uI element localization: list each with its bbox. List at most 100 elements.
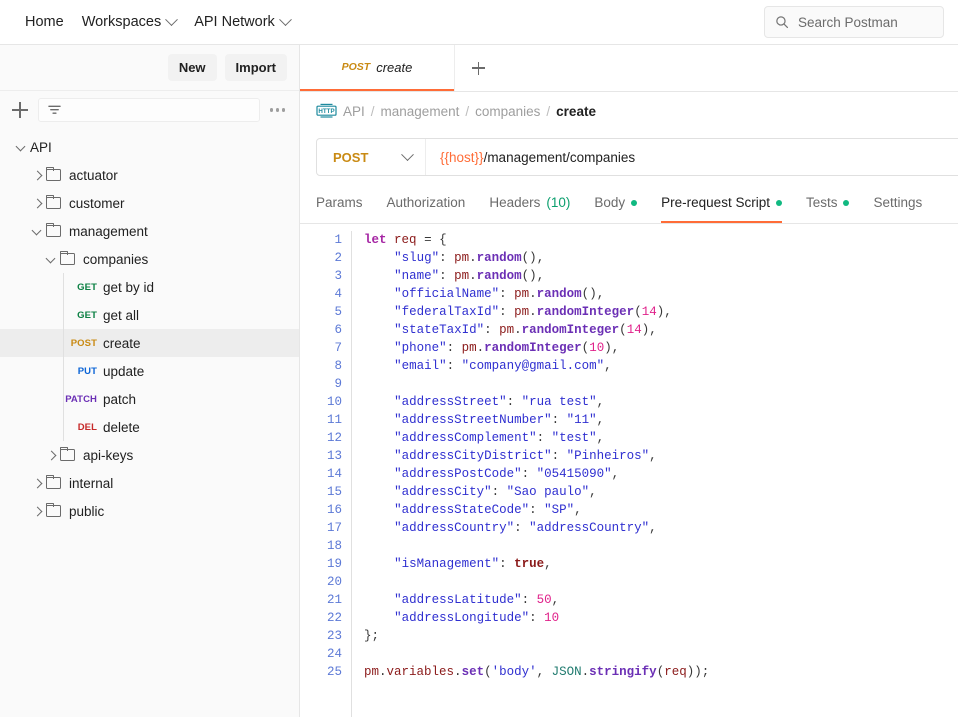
tree-guide-line [63, 301, 64, 329]
chevron-down-icon[interactable] [30, 224, 44, 238]
sidebar-item-customer[interactable]: customer [0, 189, 299, 217]
request-sub-tabs: Params Authorization Headers (10) Body Pre-re… [300, 182, 958, 224]
tab-name-label: create [376, 59, 413, 75]
tree-guide-line [63, 413, 64, 441]
folder-icon [45, 194, 61, 209]
sidebar-item-create[interactable]: POST create [0, 329, 299, 357]
nav-item-api-network[interactable]: API Network [185, 9, 299, 35]
sidebar-item-api-keys[interactable]: api-keys [0, 441, 299, 469]
sidebar-item-delete[interactable]: DEL delete [0, 413, 299, 441]
line-number: 4 [334, 287, 342, 301]
sidebar-item-actuator[interactable]: actuator [0, 161, 299, 189]
http-icon: HTTP [316, 103, 337, 119]
tab-authorization[interactable]: Authorization [387, 186, 466, 223]
request-method-badge: POST [70, 337, 97, 349]
tab-label: Settings [873, 195, 923, 210]
search-placeholder: Search Postman [798, 14, 898, 30]
line-number: 21 [326, 593, 342, 607]
chevron-right-icon[interactable] [30, 504, 44, 518]
editor-code-content[interactable]: let req = { "slug": pm.random(), "name":… [352, 231, 958, 717]
nav-item-workspaces[interactable]: Workspaces [73, 9, 186, 35]
sidebar-item-label: patch [103, 391, 137, 407]
line-number: 17 [326, 521, 342, 535]
tab-label: Body [594, 195, 626, 210]
url-input[interactable]: {{host}}/management/companies [425, 139, 958, 175]
breadcrumb-item-companies[interactable]: companies [475, 104, 540, 119]
chevron-right-icon[interactable] [30, 476, 44, 490]
chevron-down-icon [165, 12, 179, 26]
tree-guide-line [63, 385, 64, 413]
sidebar-item-label: management [69, 223, 148, 239]
breadcrumb-item-api[interactable]: API [343, 104, 365, 119]
sidebar-item-patch[interactable]: PATCH patch [0, 385, 299, 413]
chevron-down-icon[interactable] [14, 140, 28, 154]
sidebar-item-label: actuator [69, 167, 118, 183]
line-number: 11 [326, 413, 342, 427]
tab-pre-request-script[interactable]: Pre-request Script [661, 186, 782, 223]
code-line: "addressComplement": "test", [394, 431, 605, 445]
sidebar-item-label: customer [69, 195, 125, 211]
line-number: 8 [334, 359, 342, 373]
nav-item-home[interactable]: Home [16, 9, 73, 35]
sidebar-item-companies[interactable]: companies [0, 245, 299, 273]
sidebar-item-label: get by id [103, 279, 155, 295]
folder-icon [59, 250, 75, 265]
breadcrumb-item-management[interactable]: management [381, 104, 460, 119]
tree-guide-line [63, 273, 64, 301]
request-method-badge: PUT [77, 365, 97, 377]
chevron-down-icon[interactable] [44, 252, 58, 266]
http-method-select[interactable]: POST [317, 139, 425, 175]
search-input[interactable]: Search Postman [764, 6, 944, 38]
http-method-label: POST [333, 149, 369, 165]
sidebar-item-update[interactable]: PUT update [0, 357, 299, 385]
filter-input[interactable] [38, 98, 260, 122]
sidebar-item-management[interactable]: management [0, 217, 299, 245]
line-number: 10 [326, 395, 342, 409]
folder-icon [45, 502, 61, 517]
breadcrumb-separator: / [465, 103, 470, 119]
breadcrumb-separator: / [546, 103, 551, 119]
import-button[interactable]: Import [224, 54, 287, 81]
code-line: "email": "company@gmail.com", [394, 359, 612, 373]
code-line: "slug": pm.random(), [394, 251, 545, 265]
breadcrumb-separator: / [370, 103, 375, 119]
new-button[interactable]: New [167, 54, 217, 81]
line-number: 13 [326, 449, 342, 463]
tab-status-dot [775, 199, 782, 206]
tab-method-label: POST [341, 61, 371, 73]
tab-settings[interactable]: Settings [873, 186, 922, 223]
line-number: 16 [326, 503, 342, 517]
tab-label: Pre-request Script [661, 195, 770, 210]
tab-tests[interactable]: Tests [806, 186, 850, 223]
sidebar-item-get-by-id[interactable]: GET get by id [0, 273, 299, 301]
tab-params[interactable]: Params [316, 186, 363, 223]
tab-strip: POST create [300, 45, 958, 92]
tab-create[interactable]: POST create [300, 45, 454, 91]
sidebar-item-label: internal [69, 475, 114, 491]
chevron-right-icon[interactable] [30, 196, 44, 210]
chevron-right-icon[interactable] [44, 448, 58, 462]
line-number: 14 [326, 467, 342, 481]
collection-tree: API actuator customer management companies GE… [0, 129, 299, 717]
sidebar-item-internal[interactable]: internal [0, 469, 299, 497]
main-panel: POST create HTTP API / management / comp… [300, 45, 958, 717]
sidebar-item-get-all[interactable]: GET get all [0, 301, 299, 329]
request-method-badge: DEL [77, 421, 97, 433]
line-number: 6 [334, 323, 342, 337]
top-navigation-bar: Home Workspaces API Network Search Postm… [0, 0, 958, 45]
code-editor[interactable]: 1 2 3 4 5 6 7 8 9 10 11 12 13 14 15 16 17 18 19 20 21 22 23 24 2… [300, 224, 958, 717]
add-new-icon[interactable] [10, 100, 30, 120]
sidebar-item-API[interactable]: API [0, 133, 299, 161]
sidebar-item-label: get all [103, 307, 140, 323]
tab-headers[interactable]: Headers (10) [489, 186, 570, 223]
chevron-right-icon[interactable] [30, 168, 44, 182]
tab-label: Tests [805, 195, 838, 210]
line-number: 1 [334, 233, 342, 247]
new-tab-button[interactable] [454, 45, 502, 91]
tab-body[interactable]: Body [594, 186, 638, 223]
tree-guide-line [63, 357, 64, 385]
sidebar-item-public[interactable]: public [0, 497, 299, 525]
nav-item-label: API Network [194, 14, 275, 30]
sidebar-more-options-icon[interactable] [268, 104, 287, 115]
nav-item-label: Home [25, 14, 64, 30]
